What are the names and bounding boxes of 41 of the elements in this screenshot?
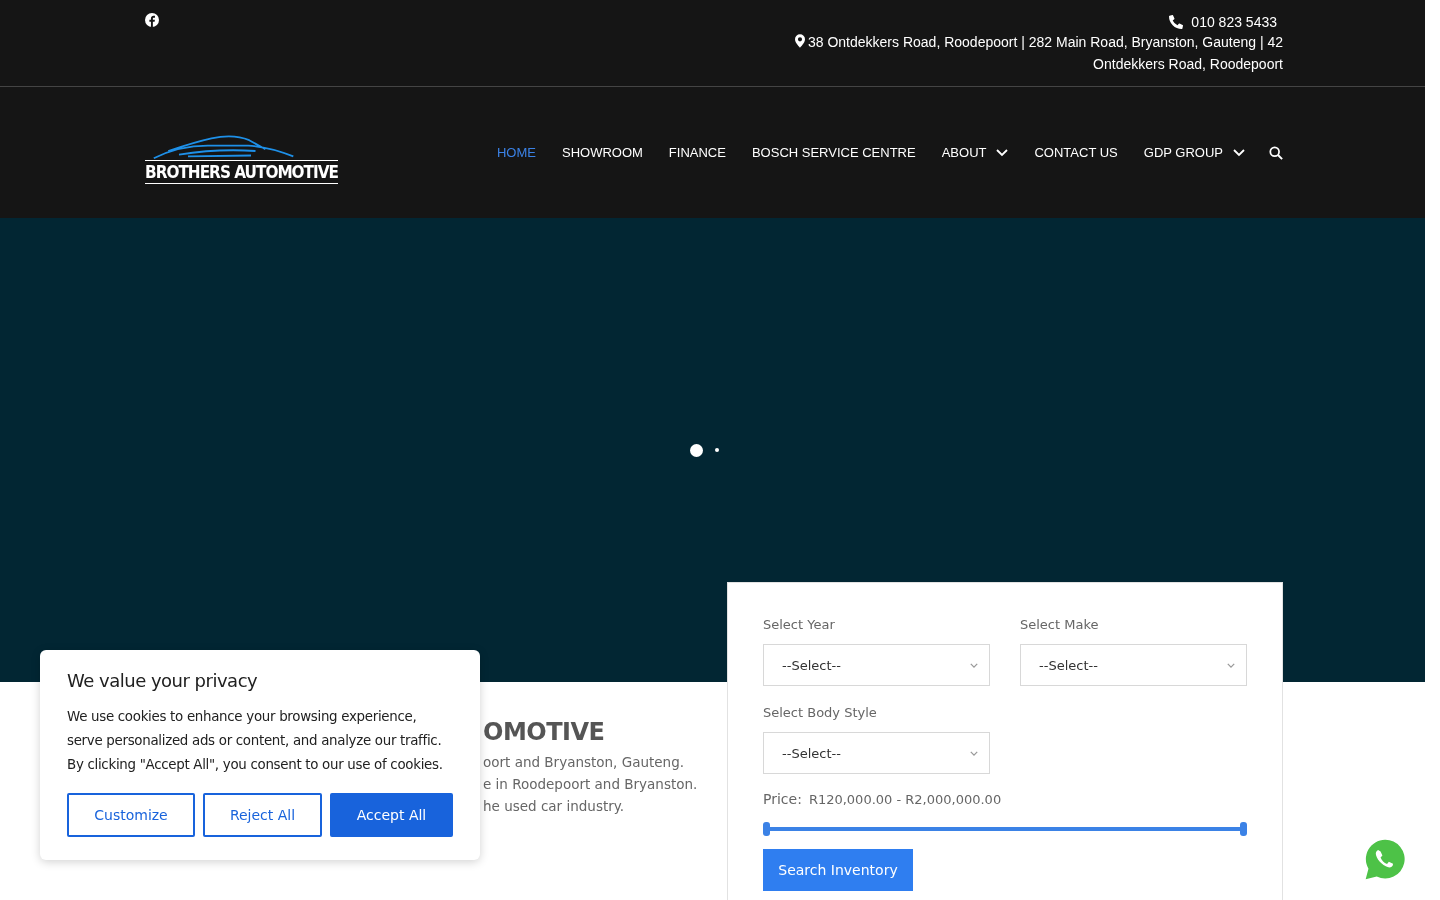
price-label: Price: bbox=[763, 791, 802, 807]
map-pin-icon bbox=[795, 34, 805, 48]
facebook-icon[interactable] bbox=[145, 13, 159, 27]
phone-icon bbox=[1169, 14, 1184, 29]
cookie-text: We use cookies to enhance your browsing experience, serve personalized ads or content, and analyze our traffic. By clicking "Accept All", you consent to our use of cookies. bbox=[67, 708, 444, 774]
select-dropdown[interactable]: --Select-- bbox=[763, 732, 990, 774]
intro-text: e in Roodepoort and Bryanston. bbox=[483, 775, 698, 794]
nav-link[interactable]: ABOUT bbox=[941, 145, 987, 160]
price-range: R120,000.00 - R2,000,000.00 bbox=[808, 792, 1002, 807]
address-text: 38 Ontdekkers Road, Roodepoort | 282 Main Road, Bryanston, Gauteng | 42 Ontdekkers Road, Roodepoort bbox=[795, 34, 1283, 72]
chevron-down-icon[interactable] bbox=[1233, 148, 1245, 157]
nav-link[interactable]: GDP GROUP bbox=[1143, 145, 1223, 160]
cookie-button[interactable]: Reject All bbox=[203, 793, 322, 837]
cookie-title: We value your privacy bbox=[67, 670, 259, 691]
search-icon[interactable] bbox=[1269, 145, 1283, 160]
search-inventory-button[interactable]: Search Inventory bbox=[763, 849, 913, 891]
chevron-down-icon bbox=[970, 662, 978, 668]
intro-text: oort and Bryanston, Gauteng. bbox=[483, 753, 685, 772]
field-label: Select Year bbox=[763, 617, 836, 632]
select-dropdown[interactable]: --Select-- bbox=[1020, 644, 1247, 686]
nav-link[interactable]: HOME bbox=[496, 145, 536, 160]
intro-text: he used car industry. bbox=[483, 797, 626, 816]
cookie-button[interactable]: Customize bbox=[67, 793, 195, 837]
slide-dot[interactable] bbox=[714, 448, 719, 452]
field-label: Select Make bbox=[1020, 617, 1100, 632]
nav-link[interactable]: CONTACT US bbox=[1034, 145, 1118, 160]
slider-handle[interactable] bbox=[1240, 822, 1247, 836]
field-label: Select Body Style bbox=[763, 705, 878, 720]
chevron-down-icon[interactable] bbox=[996, 148, 1009, 157]
nav-link[interactable]: SHOWROOM bbox=[561, 145, 643, 160]
intro-heading: OMOTIVE bbox=[483, 718, 606, 746]
cookie-button[interactable]: Accept All bbox=[330, 793, 453, 837]
chevron-down-icon bbox=[1227, 662, 1235, 668]
chevron-down-icon bbox=[970, 750, 978, 756]
slide-dot[interactable] bbox=[689, 443, 703, 457]
select-dropdown[interactable]: --Select-- bbox=[763, 644, 990, 686]
nav-link[interactable]: FINANCE bbox=[668, 145, 726, 160]
logo[interactable]: BROTHERS AUTOMOTIVE bbox=[145, 124, 339, 184]
slider-handle[interactable] bbox=[763, 822, 770, 836]
nav-link[interactable]: BOSCH SERVICE CENTRE bbox=[751, 145, 916, 160]
phone-link[interactable]: 010 823 5433 bbox=[1191, 13, 1277, 30]
